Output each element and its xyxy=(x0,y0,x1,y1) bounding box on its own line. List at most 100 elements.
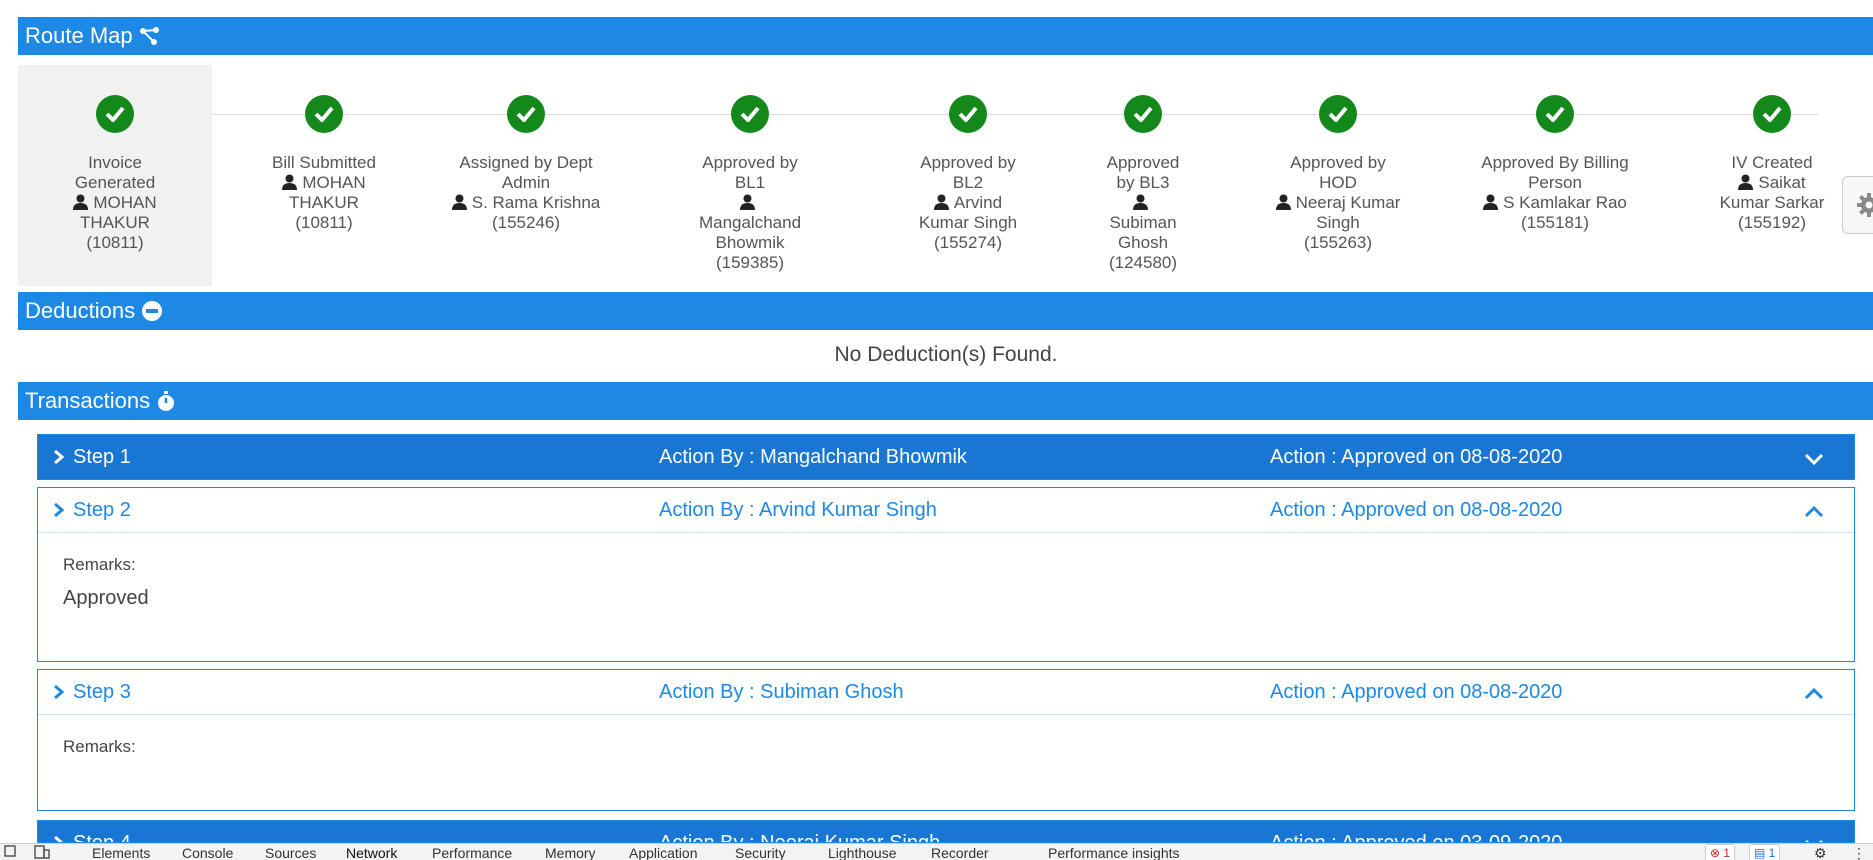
route-step-title: Approved by BL1 xyxy=(702,153,798,192)
check-icon xyxy=(949,95,987,133)
transaction-step-label: Step 2 xyxy=(73,498,131,521)
devtools-tab[interactable]: Sources xyxy=(265,845,316,860)
user-icon xyxy=(933,194,949,210)
user-icon xyxy=(1483,194,1499,210)
route-step-id: (155263) xyxy=(1303,233,1373,252)
route-step: Approved by BL1 Mangalchand Bhowmik (159… xyxy=(650,65,850,286)
route-step-person: Neeraj Kumar Singh xyxy=(1295,193,1401,232)
route-step-title: Approved by BL2 xyxy=(920,153,1016,192)
transaction-action: Action : Approved on 03-09-2020 xyxy=(1270,831,1563,843)
devtools-tabbar: Elements Console Sources Network Perform… xyxy=(0,843,1873,860)
transaction-step-header[interactable]: Step 3 Action By : Subiman Ghosh Action … xyxy=(38,670,1854,715)
route-step-id: (155274) xyxy=(933,233,1003,252)
transactions-header: Transactions xyxy=(18,382,1873,420)
route-step-person: Subiman Ghosh xyxy=(1109,213,1177,252)
chevron-up-icon[interactable] xyxy=(1804,684,1824,707)
settings-button[interactable] xyxy=(1842,176,1873,234)
check-icon xyxy=(96,95,134,133)
chevron-right-icon xyxy=(54,449,65,465)
chevron-right-icon xyxy=(54,502,65,518)
user-icon xyxy=(1133,194,1148,210)
devtools-tab[interactable]: Security xyxy=(735,845,786,860)
user-icon xyxy=(282,174,298,190)
devtools-tab[interactable]: Console xyxy=(182,845,233,860)
transaction-step-header[interactable]: Step 2 Action By : Arvind Kumar Singh Ac… xyxy=(38,488,1854,533)
route-step: Invoice Generated MOHAN THAKUR (10811) xyxy=(18,65,212,286)
route-step: Approved by BL3 Subiman Ghosh (124580) xyxy=(1043,65,1243,286)
error-count: 1 xyxy=(1723,846,1731,860)
devtools-tab-active[interactable]: Network xyxy=(346,845,397,860)
transaction-action-by: Action By : Arvind Kumar Singh xyxy=(659,498,937,521)
transaction-action: Action : Approved on 08-08-2020 xyxy=(1270,680,1563,703)
route-step-id: (155192) xyxy=(1737,213,1807,232)
minus-circle-icon[interactable] xyxy=(141,300,163,322)
transaction-step-label: Step 3 xyxy=(73,680,131,703)
route-step-title: Approved by BL3 xyxy=(1106,153,1180,192)
route-step-title: IV Created xyxy=(1731,153,1813,172)
devtools-tab[interactable]: Memory xyxy=(545,845,596,860)
user-icon xyxy=(73,194,89,210)
transaction-step-label: Step 4 xyxy=(73,831,131,843)
route-step-id: (155181) xyxy=(1520,213,1590,232)
route-step: Assigned by Dept Admin S. Rama Krishna (… xyxy=(426,65,626,286)
devtools-tab[interactable]: Lighthouse xyxy=(828,845,897,860)
message-count: 1 xyxy=(1768,846,1776,860)
devtools-tab[interactable]: Performance insights xyxy=(1048,845,1180,860)
no-deductions-text: No Deduction(s) Found. xyxy=(834,343,1058,366)
route-step: Approved by HOD Neeraj Kumar Singh (1552… xyxy=(1238,65,1438,286)
transaction-step[interactable]: Step 2 Action By : Arvind Kumar Singh Ac… xyxy=(37,487,1855,662)
transaction-action: Action : Approved on 08-08-2020 xyxy=(1270,445,1563,468)
user-icon xyxy=(1275,194,1291,210)
transaction-step-label: Step 1 xyxy=(73,445,131,468)
check-icon xyxy=(1319,95,1357,133)
devtools-tab[interactable]: Elements xyxy=(92,845,150,860)
transaction-action: Action : Approved on 08-08-2020 xyxy=(1270,498,1563,521)
route-step-title: Approved By Billing Person xyxy=(1481,153,1629,192)
deductions-header[interactable]: Deductions xyxy=(18,292,1873,330)
remarks-label: Remarks: xyxy=(63,737,136,756)
gear-icon[interactable]: ⚙ xyxy=(1814,845,1827,860)
chevron-right-icon xyxy=(54,835,64,842)
check-icon xyxy=(731,95,769,133)
route-step-id: (10811) xyxy=(295,213,353,232)
route-step: Approved By Billing Person S Kamlakar Ra… xyxy=(1455,65,1655,286)
chevron-down-icon[interactable] xyxy=(1804,449,1824,472)
chevron-down-icon[interactable] xyxy=(1804,835,1824,842)
device-toggle-icon[interactable] xyxy=(34,845,50,860)
route-icon xyxy=(139,26,161,46)
route-step: IV Created Saikat Kumar Sarkar (155192) xyxy=(1672,65,1872,286)
route-step: Bill Submitted MOHAN THAKUR (10811) xyxy=(224,65,424,286)
gear-icon xyxy=(1857,193,1873,217)
route-step-id: (10811) xyxy=(86,233,144,252)
route-step-person: Mangalchand Bhowmik xyxy=(698,213,802,252)
transaction-step-header[interactable]: Step 4 Action By : Neeraj Kumar Singh Ac… xyxy=(38,821,1854,843)
user-icon xyxy=(1738,174,1754,190)
route-map-title: Route Map xyxy=(25,23,133,48)
transaction-step[interactable]: Step 4 Action By : Neeraj Kumar Singh Ac… xyxy=(37,820,1855,843)
route-step-title: Bill Submitted xyxy=(272,153,376,172)
transaction-action-by: Action By : Mangalchand Bhowmik xyxy=(659,445,967,468)
error-count-badge[interactable]: ⊗ 1 xyxy=(1705,844,1736,860)
check-icon xyxy=(507,95,545,133)
transaction-step[interactable]: Step 1 Action By : Mangalchand Bhowmik A… xyxy=(37,434,1855,480)
message-count-badge[interactable]: ▤ 1 xyxy=(1749,844,1781,860)
route-step-title: Invoice Generated xyxy=(74,153,156,192)
transaction-action-by: Action By : Neeraj Kumar Singh xyxy=(659,831,941,843)
transaction-step-header[interactable]: Step 1 Action By : Mangalchand Bhowmik A… xyxy=(38,435,1854,479)
user-icon xyxy=(451,194,467,210)
chevron-up-icon[interactable] xyxy=(1804,502,1824,525)
remarks-text: Approved xyxy=(63,587,149,609)
transaction-step[interactable]: Step 3 Action By : Subiman Ghosh Action … xyxy=(37,669,1855,811)
inspect-icon[interactable] xyxy=(4,845,18,860)
devtools-tab[interactable]: Recorder xyxy=(931,845,989,860)
route-map: Invoice Generated MOHAN THAKUR (10811) B… xyxy=(18,65,1873,286)
check-icon xyxy=(1124,95,1162,133)
remarks-label: Remarks: xyxy=(63,555,136,574)
user-icon xyxy=(740,194,755,210)
route-step-id: (124580) xyxy=(1108,253,1178,272)
devtools-tab[interactable]: Application xyxy=(629,845,698,860)
chevron-right-icon xyxy=(54,684,65,700)
devtools-tab[interactable]: Performance xyxy=(432,845,512,860)
more-menu-icon[interactable]: ⋮ xyxy=(1852,845,1866,860)
route-step-person: Saikat Kumar Sarkar xyxy=(1719,173,1825,212)
